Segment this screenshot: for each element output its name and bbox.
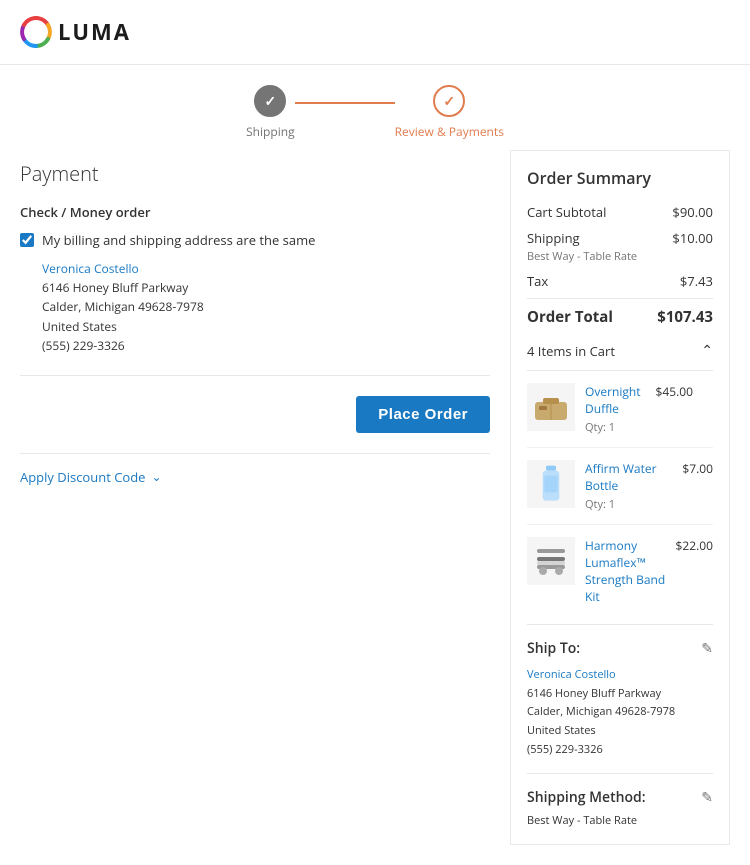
cart-item-name: Overnight Duffle <box>585 383 646 417</box>
cart-item-info: Overnight Duffle Qty: 1 <box>585 383 646 435</box>
cart-item-name: Affirm Water Bottle <box>585 460 672 494</box>
cart-subtotal-label: Cart Subtotal <box>527 203 606 221</box>
shipping-method-section: Shipping Method: ✎ Best Way - Table Rate <box>527 773 713 828</box>
order-total-line: Order Total $107.43 <box>527 298 713 327</box>
cart-item-price: $45.00 <box>656 383 693 400</box>
cart-item-name: Harmony Lumaflex™ Strength Band Kit <box>585 537 666 605</box>
cart-item-info: Harmony Lumaflex™ Strength Band Kit Qty:… <box>585 537 666 610</box>
payment-method-section: Check / Money order My billing and shipp… <box>20 203 490 355</box>
step-review-label: Review & Payments <box>395 123 504 140</box>
checkout-progress: Shipping Review & Payments <box>0 65 750 150</box>
shipping-method-edit-icon[interactable]: ✎ <box>701 788 713 807</box>
shipping-method-header: Shipping Method: ✎ <box>527 788 713 807</box>
step-shipping: Shipping <box>246 85 295 140</box>
order-summary: Order Summary Cart Subtotal $90.00 Shipp… <box>510 150 730 845</box>
billing-city: Calder, Michigan 49628-7978 <box>42 297 490 316</box>
band-icon <box>531 541 571 581</box>
header: LUMA <box>0 0 750 65</box>
payment-method-title: Check / Money order <box>20 203 490 221</box>
cart-item-qty: Qty: 1 <box>585 497 672 512</box>
billing-same-checkbox[interactable] <box>20 233 34 247</box>
shipping-label: Shipping <box>527 229 580 247</box>
logo-icon <box>20 16 52 48</box>
order-total-label: Order Total <box>527 307 613 327</box>
billing-phone: (555) 229-3326 <box>42 336 490 355</box>
ship-to-name: Veronica Costello <box>527 666 713 685</box>
place-order-row: Place Order <box>20 375 490 433</box>
discount-row[interactable]: Apply Discount Code ⌄ <box>20 453 490 486</box>
page-wrapper: LUMA Shipping Review & Payments Payment … <box>0 0 750 865</box>
billing-country: United States <box>42 317 490 336</box>
logo-text: LUMA <box>58 17 131 47</box>
ship-to-section: Ship To: ✎ Veronica Costello 6146 Honey … <box>527 624 713 759</box>
discount-label: Apply Discount Code <box>20 468 145 486</box>
discount-chevron-icon: ⌄ <box>151 468 161 485</box>
left-panel: Payment Check / Money order My billing a… <box>20 150 490 845</box>
shipping-sub: Best Way - Table Rate <box>527 249 713 264</box>
step-connector <box>295 102 395 104</box>
cart-item: Affirm Water Bottle Qty: 1 $7.00 <box>527 448 713 525</box>
ship-to-city: Calder, Michigan 49628-7978 <box>527 703 713 722</box>
shipping-value: $10.00 <box>672 229 713 247</box>
step-review: Review & Payments <box>395 85 504 140</box>
cart-item-image <box>527 383 575 431</box>
cart-item-price: $7.00 <box>682 460 713 477</box>
billing-street: 6146 Honey Bluff Parkway <box>42 278 490 297</box>
cart-toggle[interactable]: 4 Items in Cart ⌃ <box>527 341 713 360</box>
cart-chevron-icon: ⌃ <box>701 341 713 360</box>
step-shipping-circle <box>254 85 286 117</box>
ship-to-edit-icon[interactable]: ✎ <box>701 639 713 658</box>
step-review-circle <box>433 85 465 117</box>
cart-item-image <box>527 460 575 508</box>
ship-to-address: Veronica Costello 6146 Honey Bluff Parkw… <box>527 666 713 759</box>
cart-subtotal-value: $90.00 <box>672 203 713 221</box>
step-shipping-label: Shipping <box>246 123 295 140</box>
billing-same-row: My billing and shipping address are the … <box>20 231 490 249</box>
cart-item-qty: Qty: 1 <box>585 608 666 610</box>
cart-item: Overnight Duffle Qty: 1 $45.00 <box>527 371 713 448</box>
payment-title: Payment <box>20 160 490 187</box>
billing-address-block: Veronica Costello 6146 Honey Bluff Parkw… <box>42 259 490 355</box>
cart-item-price: $22.00 <box>676 537 713 554</box>
cart-items-list: Overnight Duffle Qty: 1 $45.00 <box>527 370 713 610</box>
tax-value: $7.43 <box>680 272 713 290</box>
ship-to-header: Ship To: ✎ <box>527 639 713 658</box>
right-panel: Order Summary Cart Subtotal $90.00 Shipp… <box>510 150 730 845</box>
shipping-line: Shipping $10.00 <box>527 229 713 247</box>
bag-icon <box>531 387 571 427</box>
cart-item-image <box>527 537 575 585</box>
cart-item-info: Affirm Water Bottle Qty: 1 <box>585 460 672 512</box>
ship-to-phone: (555) 229-3326 <box>527 741 713 760</box>
shipping-method-value: Best Way - Table Rate <box>527 813 713 828</box>
order-summary-title: Order Summary <box>527 167 713 189</box>
place-order-button[interactable]: Place Order <box>356 396 490 433</box>
cart-count-label: 4 Items in Cart <box>527 342 615 360</box>
ship-to-street: 6146 Honey Bluff Parkway <box>527 685 713 704</box>
shipping-method-title: Shipping Method: <box>527 788 646 807</box>
order-total-value: $107.43 <box>657 307 713 327</box>
billing-same-label[interactable]: My billing and shipping address are the … <box>42 231 315 249</box>
logo[interactable]: LUMA <box>20 16 131 48</box>
billing-name: Veronica Costello <box>42 259 490 278</box>
cart-item: Harmony Lumaflex™ Strength Band Kit Qty:… <box>527 525 713 610</box>
bottle-icon <box>531 464 571 504</box>
tax-line: Tax $7.43 <box>527 272 713 290</box>
ship-to-country: United States <box>527 722 713 741</box>
cart-subtotal-line: Cart Subtotal $90.00 <box>527 203 713 221</box>
ship-to-title: Ship To: <box>527 639 580 658</box>
main-content: Payment Check / Money order My billing a… <box>0 150 750 865</box>
tax-label: Tax <box>527 272 548 290</box>
cart-item-qty: Qty: 1 <box>585 420 646 435</box>
